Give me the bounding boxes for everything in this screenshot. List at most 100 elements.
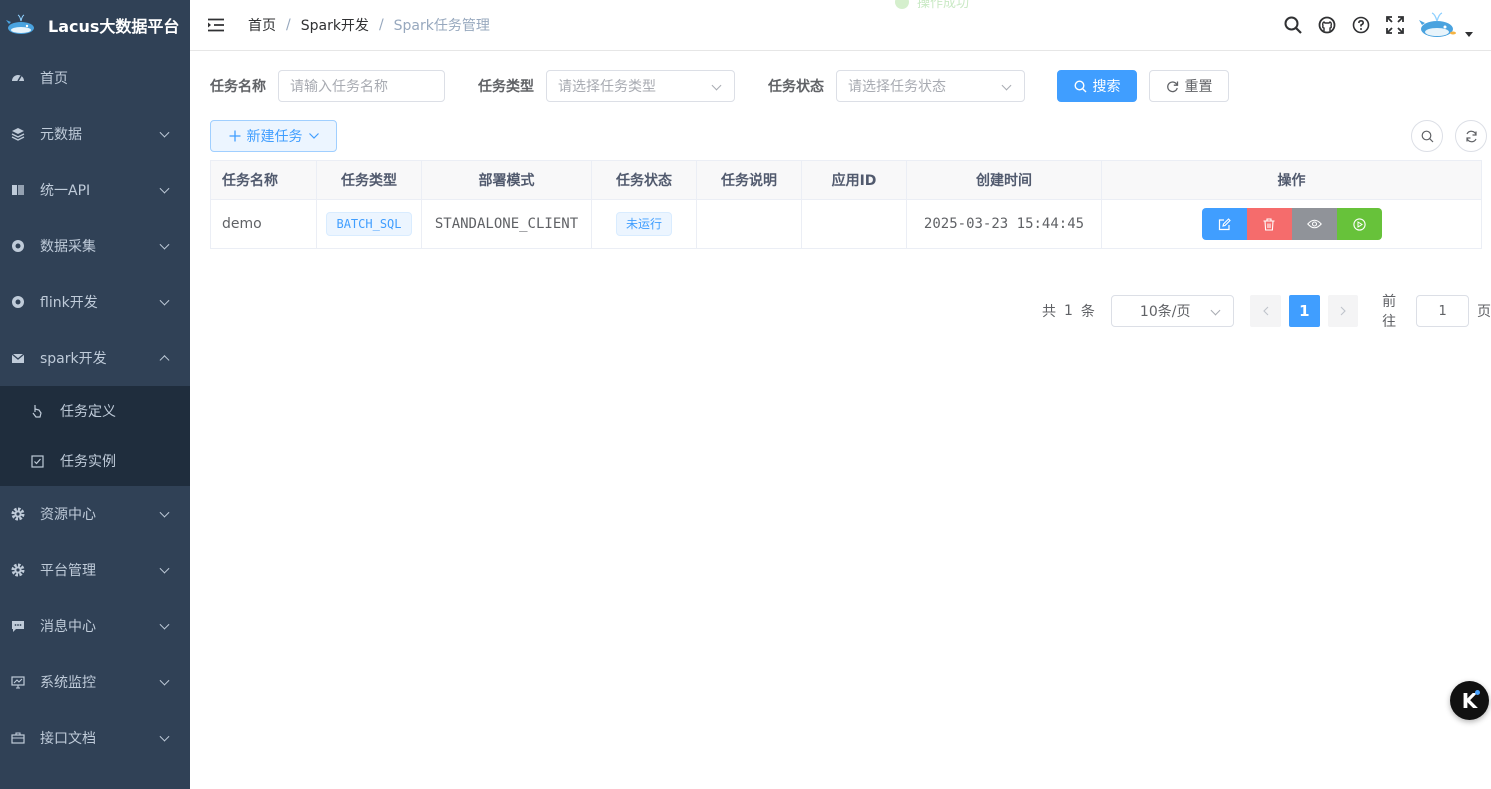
floating-assistant-button[interactable]: K bbox=[1450, 681, 1489, 720]
search-button[interactable]: 搜索 bbox=[1057, 70, 1137, 102]
monitor-icon bbox=[10, 674, 26, 690]
task-name-placeholder: 请输入任务名称 bbox=[290, 79, 388, 95]
fullscreen-icon[interactable] bbox=[1385, 15, 1405, 35]
toast-text: 操作成功 bbox=[917, 0, 970, 11]
run-button[interactable] bbox=[1336, 208, 1382, 240]
sidebar-item-flink[interactable]: flink开发 bbox=[0, 274, 190, 330]
new-task-label: 新建任务 bbox=[246, 129, 303, 145]
total-count: 1 bbox=[1064, 303, 1073, 319]
row-actions bbox=[1201, 208, 1382, 240]
page-number-button[interactable]: 1 bbox=[1289, 295, 1320, 327]
sidebar-item-message-center[interactable]: 消息中心 bbox=[0, 598, 190, 654]
edit-icon bbox=[1218, 217, 1231, 231]
sidebar-item-home[interactable]: 首页 bbox=[0, 50, 190, 106]
goto-page-value: 1 bbox=[1438, 303, 1447, 319]
goto-page-input[interactable]: 1 bbox=[1416, 295, 1469, 327]
toggle-search-button[interactable] bbox=[1411, 120, 1443, 152]
checkbox-icon bbox=[30, 454, 44, 468]
chevron-down-icon bbox=[308, 133, 319, 139]
sidebar-item-metadata[interactable]: 元数据 bbox=[0, 106, 190, 162]
sidebar: Lacus大数据平台 首页 元数据 统一API 数据采集 flink开发 spa… bbox=[0, 0, 190, 789]
reset-button[interactable]: 重置 bbox=[1149, 70, 1229, 102]
chevron-down-icon[interactable] bbox=[1465, 31, 1473, 37]
sidebar-item-label: 消息中心 bbox=[40, 619, 96, 635]
total-prefix: 共 bbox=[1042, 304, 1056, 320]
task-table: 任务名称 任务类型 部署模式 任务状态 任务说明 应用ID 创建时间 操作 de… bbox=[210, 160, 1482, 249]
search-icon[interactable] bbox=[1283, 15, 1303, 35]
column-header: 操作 bbox=[1101, 160, 1482, 200]
success-toast: 操作成功 bbox=[895, 0, 969, 11]
app-title: Lacus大数据平台 bbox=[48, 17, 180, 36]
logo[interactable]: Lacus大数据平台 bbox=[0, 0, 190, 50]
breadcrumb-parent[interactable]: Spark开发 bbox=[301, 15, 369, 35]
sidebar-item-resource-center[interactable]: 资源中心 bbox=[0, 486, 190, 542]
refresh-icon bbox=[1166, 80, 1179, 93]
cell-description bbox=[696, 199, 802, 249]
column-header: 任务类型 bbox=[316, 160, 422, 200]
spark-submenu: 任务定义 任务实例 bbox=[0, 386, 190, 486]
status-badge: 未运行 bbox=[615, 212, 672, 236]
sidebar-item-label: 数据采集 bbox=[40, 239, 96, 255]
view-button[interactable] bbox=[1291, 208, 1337, 240]
chevron-down-icon bbox=[159, 239, 170, 250]
refresh-table-button[interactable] bbox=[1455, 120, 1487, 152]
sidebar-item-label: 元数据 bbox=[40, 127, 82, 143]
chevron-up-icon bbox=[159, 355, 170, 366]
reset-button-label: 重置 bbox=[1184, 79, 1213, 95]
cell-deploy-mode: STANDALONE_CLIENT bbox=[421, 199, 592, 249]
search-form: 任务名称 请输入任务名称 任务类型 请选择任务类型 任务状态 请选择任务状态 搜… bbox=[210, 70, 1229, 102]
table-row[interactable]: demo BATCH_SQL STANDALONE_CLIENT 未运行 202… bbox=[210, 199, 1482, 249]
page-size-select[interactable]: 10条/页 bbox=[1110, 295, 1235, 327]
github-icon[interactable] bbox=[1317, 15, 1337, 35]
sidebar-item-task-definition[interactable]: 任务定义 bbox=[0, 386, 190, 436]
header-actions bbox=[1269, 0, 1473, 50]
hand-pointer-icon bbox=[30, 404, 44, 418]
delete-button[interactable] bbox=[1246, 208, 1292, 240]
sidebar-item-task-instance[interactable]: 任务实例 bbox=[0, 436, 190, 486]
column-header: 创建时间 bbox=[906, 160, 1102, 200]
menu-toggle-icon[interactable] bbox=[207, 18, 225, 32]
target-icon bbox=[10, 238, 26, 254]
goto-label: 前往 bbox=[1382, 294, 1397, 330]
sidebar-item-label: 首页 bbox=[40, 71, 68, 87]
sidebar-item-api-docs[interactable]: 接口文档 bbox=[0, 710, 190, 766]
breadcrumb-home[interactable]: 首页 bbox=[248, 15, 276, 35]
sidebar-item-label: flink开发 bbox=[40, 295, 98, 311]
cell-actions bbox=[1101, 199, 1482, 249]
task-status-select[interactable]: 请选择任务状态 bbox=[836, 70, 1025, 102]
new-task-button[interactable]: 新建任务 bbox=[210, 120, 337, 152]
sidebar-item-platform-admin[interactable]: 平台管理 bbox=[0, 542, 190, 598]
cell-created-time: 2025-03-23 15:44:45 bbox=[906, 199, 1102, 249]
breadcrumb: 首页 / Spark开发 / Spark任务管理 bbox=[248, 15, 490, 35]
user-avatar[interactable] bbox=[1419, 10, 1459, 40]
total-suffix: 条 bbox=[1080, 304, 1095, 320]
next-page-button[interactable] bbox=[1327, 295, 1359, 327]
trash-icon bbox=[1263, 217, 1275, 231]
sidebar-item-system-monitor[interactable]: 系统监控 bbox=[0, 654, 190, 710]
refresh-icon bbox=[1465, 130, 1478, 143]
chevron-down-icon bbox=[711, 80, 722, 91]
plus-icon bbox=[229, 130, 241, 142]
sidebar-item-label: 资源中心 bbox=[40, 507, 96, 523]
help-icon[interactable] bbox=[1351, 15, 1371, 35]
task-type-select[interactable]: 请选择任务类型 bbox=[546, 70, 735, 102]
chevron-left-icon bbox=[1262, 306, 1269, 316]
chevron-down-icon bbox=[159, 127, 170, 138]
column-header: 任务说明 bbox=[696, 160, 802, 200]
sidebar-item-label: 平台管理 bbox=[40, 563, 96, 579]
edit-button[interactable] bbox=[1201, 208, 1247, 240]
sidebar-item-data-collection[interactable]: 数据采集 bbox=[0, 218, 190, 274]
task-name-input[interactable]: 请输入任务名称 bbox=[278, 70, 445, 102]
chevron-right-icon bbox=[1340, 306, 1346, 316]
search-button-label: 搜索 bbox=[1092, 79, 1121, 95]
gear-icon bbox=[10, 506, 26, 522]
task-status-placeholder: 请选择任务状态 bbox=[848, 79, 946, 95]
mail-icon bbox=[10, 350, 26, 366]
sidebar-item-unified-api[interactable]: 统一API bbox=[0, 162, 190, 218]
prev-page-button[interactable] bbox=[1250, 295, 1282, 327]
chevron-down-icon bbox=[159, 563, 170, 574]
sidebar-item-label: 系统监控 bbox=[40, 675, 96, 691]
chevron-down-icon bbox=[159, 619, 170, 630]
sidebar-item-spark[interactable]: spark开发 bbox=[0, 330, 190, 386]
task-status-label: 任务状态 bbox=[768, 79, 824, 95]
